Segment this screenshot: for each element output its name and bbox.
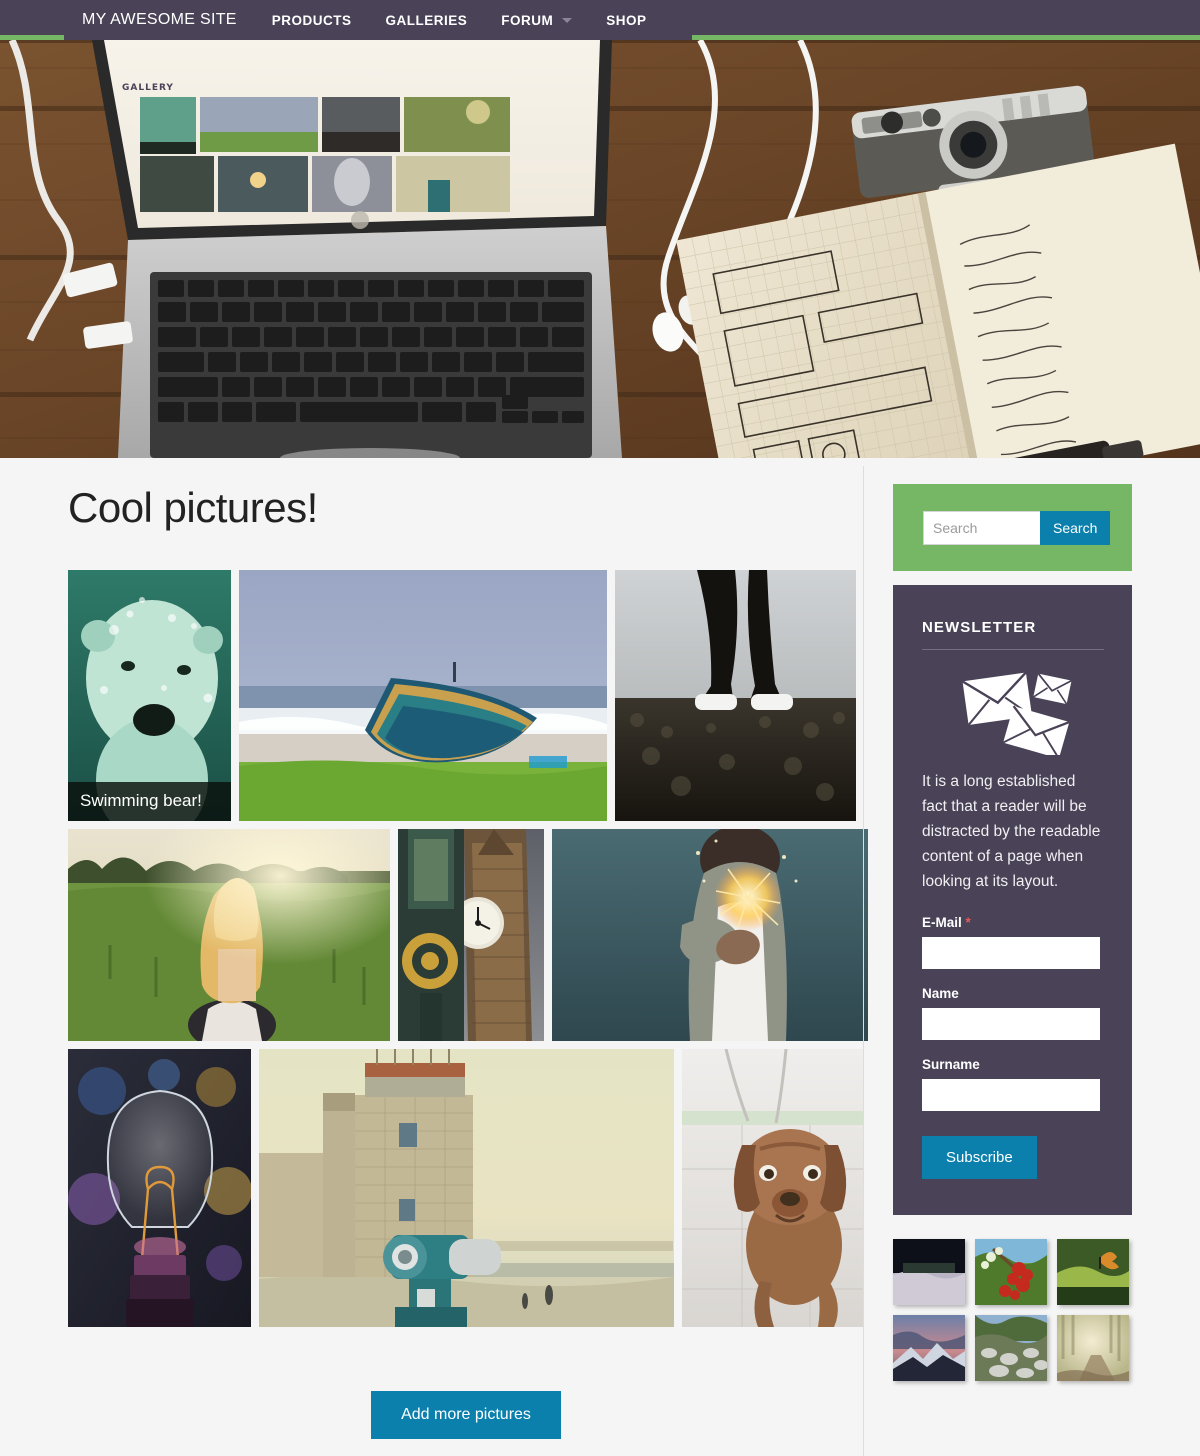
- gallery-item-girl-in-field[interactable]: [68, 829, 390, 1041]
- sidebar: Search NEWSLETTER: [864, 458, 1200, 1439]
- search-widget: Search: [893, 484, 1132, 571]
- newsletter-description: It is a long established fact that a rea…: [922, 773, 1101, 890]
- thumbnail-gallery: [893, 1239, 1132, 1381]
- gallery-item-boat-on-beach[interactable]: [239, 570, 607, 821]
- nav-menu: PRODUCTS GALLERIES FORUM SHOP: [254, 0, 692, 40]
- gallery-row: [68, 829, 868, 1041]
- surname-field[interactable]: [922, 1079, 1100, 1111]
- subscribe-button[interactable]: Subscribe: [922, 1136, 1037, 1179]
- email-field-label: E-Mail *: [922, 915, 1104, 930]
- picture-gallery: Swimming bear!: [68, 570, 868, 1327]
- nav-item-products-label: PRODUCTS: [271, 12, 352, 28]
- thumbnail-red-berries[interactable]: [975, 1239, 1047, 1305]
- newsletter-divider: [922, 649, 1104, 650]
- nav-inner: MY AWESOME SITE PRODUCTS GALLERIES FORUM…: [64, 0, 692, 40]
- gallery-item-big-ben-clock[interactable]: [398, 829, 544, 1041]
- thumbnail-night-village-snow[interactable]: [893, 1239, 965, 1305]
- search-button[interactable]: Search: [1040, 510, 1111, 545]
- gallery-item-caption: Swimming bear!: [68, 782, 231, 821]
- gallery-item-sparkler-girl[interactable]: [552, 829, 868, 1041]
- search-box: Search: [923, 510, 1111, 545]
- page-title: Cool pictures!: [68, 484, 318, 531]
- main-content: Cool pictures! Swimming bear! Add more p…: [0, 458, 868, 1456]
- gallery-item-brown-dog[interactable]: [682, 1049, 864, 1327]
- add-pictures-row: Add more pictures: [68, 1335, 864, 1439]
- nav-item-galleries-label: GALLERIES: [385, 12, 468, 28]
- add-more-pictures-button[interactable]: Add more pictures: [371, 1391, 561, 1439]
- gallery-item-lighthouse-telescope[interactable]: [259, 1049, 674, 1327]
- chevron-down-icon: [562, 17, 573, 23]
- email-field-label-text: E-Mail: [922, 915, 962, 930]
- thumbnail-butterfly-on-moss[interactable]: [1057, 1239, 1129, 1305]
- newsletter-widget: NEWSLETTER It is a long established fact…: [893, 585, 1132, 1215]
- thumbnail-foggy-forest-road[interactable]: [1057, 1315, 1129, 1381]
- site-logo-text: MY AWESOME SITE: [82, 11, 237, 28]
- gallery-row: [68, 1049, 864, 1327]
- thumbnail-rocky-hillside[interactable]: [975, 1315, 1047, 1381]
- nav-item-shop[interactable]: SHOP: [589, 0, 663, 40]
- surname-field-label: Surname: [922, 1057, 980, 1072]
- nav-item-shop-label: SHOP: [606, 12, 647, 28]
- nav-item-forum-label: FORUM: [501, 12, 554, 28]
- page-body: Cool pictures! Swimming bear! Add more p…: [0, 458, 1200, 1456]
- svg-text:GALLERY: GALLERY: [122, 83, 174, 93]
- required-marker: *: [965, 915, 971, 930]
- nav-item-galleries[interactable]: GALLERIES: [369, 0, 485, 40]
- nav-item-products[interactable]: PRODUCTS: [255, 0, 369, 40]
- nav-item-forum[interactable]: FORUM: [484, 0, 589, 40]
- thumbnail-mountain-sunset[interactable]: [893, 1315, 965, 1381]
- gallery-row: Swimming bear!: [68, 570, 864, 821]
- newsletter-title: NEWSLETTER: [922, 619, 1037, 636]
- name-field[interactable]: [922, 1008, 1100, 1040]
- top-navigation-bar: MY AWESOME SITE PRODUCTS GALLERIES FORUM…: [0, 0, 1200, 40]
- hero-banner-image: GALLERY: [0, 40, 1200, 458]
- gallery-item-light-bulb[interactable]: [68, 1049, 251, 1327]
- email-field[interactable]: [922, 937, 1100, 969]
- envelopes-icon: [922, 660, 1104, 769]
- gallery-item-swimming-bear[interactable]: Swimming bear!: [68, 570, 231, 821]
- site-logo[interactable]: MY AWESOME SITE: [64, 0, 255, 40]
- gallery-item-legs-on-gravel[interactable]: [615, 570, 856, 821]
- search-input[interactable]: [923, 510, 1040, 545]
- name-field-label: Name: [922, 986, 959, 1001]
